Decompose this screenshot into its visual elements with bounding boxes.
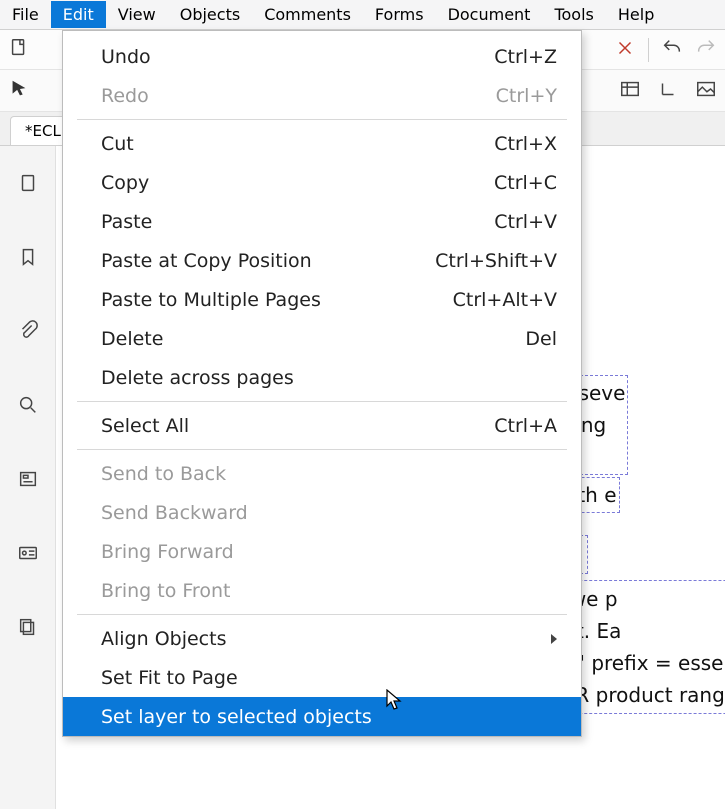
- menu-cut[interactable]: CutCtrl+X: [63, 124, 581, 163]
- menu-objects[interactable]: Objects: [168, 1, 252, 28]
- separator: [648, 38, 649, 62]
- side-toolbar: [0, 146, 56, 809]
- menu-forms[interactable]: Forms: [363, 1, 436, 28]
- menu-paste-at-position[interactable]: Paste at Copy PositionCtrl+Shift+V: [63, 241, 581, 280]
- page-icon[interactable]: [9, 164, 47, 202]
- menu-tools[interactable]: Tools: [542, 1, 605, 28]
- menu-edit[interactable]: Edit: [51, 1, 106, 28]
- bookmark-icon[interactable]: [9, 238, 47, 276]
- menu-align-objects[interactable]: Align Objects: [63, 619, 581, 658]
- menubar: File Edit View Objects Comments Forms Do…: [0, 0, 725, 30]
- close-x-icon[interactable]: [614, 37, 636, 63]
- form-fields-icon[interactable]: [9, 460, 47, 498]
- cursor-icon: [386, 689, 404, 711]
- menu-send-backward[interactable]: Send Backward: [63, 493, 581, 532]
- menu-undo[interactable]: UndoCtrl+Z: [63, 37, 581, 76]
- menu-help[interactable]: Help: [606, 1, 666, 28]
- menu-paste-multiple[interactable]: Paste to Multiple PagesCtrl+Alt+V: [63, 280, 581, 319]
- menu-bring-forward[interactable]: Bring Forward: [63, 532, 581, 571]
- edit-dropdown: UndoCtrl+Z RedoCtrl+Y CutCtrl+X CopyCtrl…: [62, 30, 582, 737]
- attachment-icon[interactable]: [9, 312, 47, 350]
- id-card-icon[interactable]: [9, 534, 47, 572]
- menu-file[interactable]: File: [0, 1, 51, 28]
- pointer-tool-icon[interactable]: [8, 78, 30, 104]
- text-baseline-icon[interactable]: [657, 78, 679, 104]
- menu-view[interactable]: View: [106, 1, 168, 28]
- pages-stack-icon[interactable]: [9, 608, 47, 646]
- menu-paste[interactable]: PasteCtrl+V: [63, 202, 581, 241]
- menu-redo[interactable]: RedoCtrl+Y: [63, 76, 581, 115]
- menu-set-fit-page[interactable]: Set Fit to Page: [63, 658, 581, 697]
- menu-bring-to-front[interactable]: Bring to Front: [63, 571, 581, 610]
- undo-icon[interactable]: [661, 37, 683, 63]
- menu-set-layer[interactable]: Set layer to selected objects: [63, 697, 581, 736]
- image-icon[interactable]: [695, 78, 717, 104]
- columns-icon[interactable]: [619, 78, 641, 104]
- redo-icon[interactable]: [695, 37, 717, 63]
- new-doc-icon[interactable]: [8, 37, 30, 63]
- menu-document[interactable]: Document: [436, 1, 543, 28]
- menu-delete[interactable]: DeleteDel: [63, 319, 581, 358]
- menu-comments[interactable]: Comments: [252, 1, 363, 28]
- menu-delete-across[interactable]: Delete across pages: [63, 358, 581, 397]
- menu-send-to-back[interactable]: Send to Back: [63, 454, 581, 493]
- search-icon[interactable]: [9, 386, 47, 424]
- menu-select-all[interactable]: Select AllCtrl+A: [63, 406, 581, 445]
- menu-copy[interactable]: CopyCtrl+C: [63, 163, 581, 202]
